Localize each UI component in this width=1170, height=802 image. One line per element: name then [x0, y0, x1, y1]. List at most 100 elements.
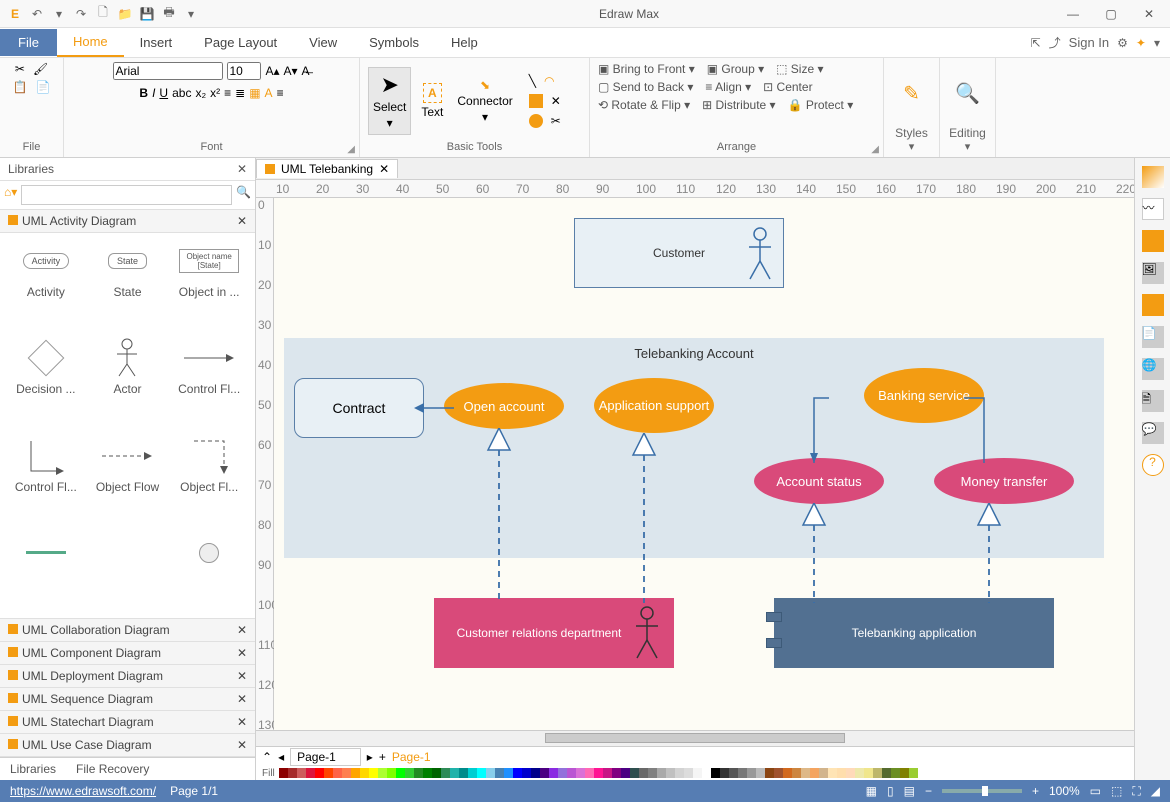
color-swatch[interactable]	[891, 768, 900, 778]
delete-icon[interactable]: ✕	[551, 94, 561, 108]
library-section[interactable]: UML Collaboration Diagram✕	[0, 619, 255, 642]
node-banking-service[interactable]: Banking service	[864, 368, 984, 423]
library-section[interactable]: UML Use Case Diagram✕	[0, 734, 255, 757]
color-swatch[interactable]	[603, 768, 612, 778]
color-swatch[interactable]	[324, 768, 333, 778]
minimize-button[interactable]: —	[1058, 7, 1088, 21]
bullets-icon[interactable]: ≣	[235, 86, 245, 100]
send-to-back-button[interactable]: ▢ Send to Back ▾	[598, 80, 693, 94]
shape-object-in-state[interactable]: Object name [State]Object in ...	[171, 241, 247, 332]
fit-width-icon[interactable]: ⬚	[1111, 784, 1122, 798]
export-icon[interactable]: ⇱	[1031, 36, 1041, 50]
color-swatch[interactable]	[693, 768, 702, 778]
font-size-input[interactable]	[227, 62, 261, 80]
color-swatch[interactable]	[558, 768, 567, 778]
collapse-icon[interactable]: ⌃	[262, 750, 272, 764]
color-swatch[interactable]	[729, 768, 738, 778]
qat-dropdown-icon[interactable]: ▾	[182, 5, 200, 23]
text-tool-button[interactable]: A Text	[417, 81, 447, 121]
group-button[interactable]: ▣ Group ▾	[707, 62, 764, 76]
color-swatch[interactable]	[342, 768, 351, 778]
arc-shape-icon[interactable]: ◠	[544, 74, 554, 88]
tab-symbols[interactable]: Symbols	[353, 29, 435, 56]
color-swatch[interactable]	[333, 768, 342, 778]
align-text-icon[interactable]: ≡	[277, 86, 284, 100]
crop-icon[interactable]: ✂	[551, 114, 561, 128]
next-page-icon[interactable]: ▸	[367, 750, 373, 764]
resize-grip-icon[interactable]: ◢	[1151, 784, 1160, 798]
globe-tool-icon[interactable]: 🌐	[1142, 358, 1164, 380]
undo-icon[interactable]: ↶	[28, 5, 46, 23]
align-button[interactable]: ≡ Align ▾	[705, 80, 751, 94]
rect-shape-icon[interactable]	[529, 94, 543, 108]
node-money-transfer[interactable]: Money transfer	[934, 458, 1074, 504]
color-swatch[interactable]	[594, 768, 603, 778]
new-file-icon[interactable]: 🗋	[94, 5, 112, 23]
shape-hline[interactable]	[8, 533, 84, 610]
font-name-input[interactable]	[113, 62, 223, 80]
format-painter-icon[interactable]: 🖌	[33, 62, 48, 76]
color-swatch[interactable]	[315, 768, 324, 778]
page-name[interactable]: Page-1	[392, 750, 431, 764]
color-swatch[interactable]	[621, 768, 630, 778]
node-open-account[interactable]: Open account	[444, 383, 564, 429]
tab-help[interactable]: Help	[435, 29, 494, 56]
color-swatch[interactable]	[792, 768, 801, 778]
color-swatch[interactable]	[396, 768, 405, 778]
color-swatch[interactable]	[675, 768, 684, 778]
close-tab-icon[interactable]: ✕	[379, 162, 389, 176]
protect-button[interactable]: 🔒 Protect ▾	[788, 98, 854, 112]
color-swatch[interactable]	[720, 768, 729, 778]
library-search-input[interactable]	[21, 185, 232, 205]
view-mode-1-icon[interactable]: ▦	[866, 784, 877, 798]
font-color-icon[interactable]: A	[265, 86, 273, 100]
cut-icon[interactable]: ✂	[15, 62, 25, 76]
tab-view[interactable]: View	[293, 29, 353, 56]
decrease-font-icon[interactable]: A▾	[283, 64, 297, 78]
color-swatch[interactable]	[441, 768, 450, 778]
library-section-active[interactable]: UML Activity Diagram✕	[0, 210, 255, 233]
add-page-icon[interactable]: +	[379, 750, 386, 764]
node-telebanking-application[interactable]: Telebanking application	[774, 598, 1054, 668]
library-section[interactable]: UML Component Diagram✕	[0, 642, 255, 665]
color-swatch[interactable]	[837, 768, 846, 778]
color-swatch[interactable]	[747, 768, 756, 778]
shape-control-flow[interactable]: Control Fl...	[171, 338, 247, 429]
color-swatch[interactable]	[846, 768, 855, 778]
color-swatch[interactable]	[774, 768, 783, 778]
color-swatch[interactable]	[369, 768, 378, 778]
search-icon[interactable]: 🔍	[236, 185, 251, 205]
node-account-status[interactable]: Account status	[754, 458, 884, 504]
color-swatch[interactable]	[423, 768, 432, 778]
color-swatch[interactable]	[351, 768, 360, 778]
color-swatch[interactable]	[567, 768, 576, 778]
color-swatch[interactable]	[657, 768, 666, 778]
color-swatch[interactable]	[459, 768, 468, 778]
print-icon[interactable]: 🖶	[160, 5, 178, 23]
color-swatch[interactable]	[855, 768, 864, 778]
color-swatch[interactable]	[684, 768, 693, 778]
shape-initial-state[interactable]	[171, 533, 247, 610]
close-button[interactable]: ✕	[1134, 7, 1164, 21]
drawing-canvas[interactable]: Customer Telebanking Account Contract Op…	[274, 198, 1134, 730]
copy-icon[interactable]: 📋	[13, 80, 28, 94]
highlight-icon[interactable]: ▦	[249, 86, 260, 100]
color-swatch[interactable]	[630, 768, 639, 778]
shape-decision[interactable]: Decision ...	[8, 338, 84, 429]
color-swatch[interactable]	[414, 768, 423, 778]
color-swatch[interactable]	[288, 768, 297, 778]
settings-icon[interactable]: ⚙	[1117, 36, 1128, 50]
library-section[interactable]: UML Statechart Diagram✕	[0, 711, 255, 734]
styles-button[interactable]: ✎	[899, 79, 924, 108]
font-dialog-launcher-icon[interactable]: ◢	[347, 144, 355, 155]
color-swatch[interactable]	[648, 768, 657, 778]
bring-to-front-button[interactable]: ▣ Bring to Front ▾	[598, 62, 695, 76]
tab-page-layout[interactable]: Page Layout	[188, 29, 293, 56]
horizontal-scrollbar[interactable]	[256, 730, 1134, 746]
color-swatch[interactable]	[405, 768, 414, 778]
sign-in-link[interactable]: Sign In	[1069, 35, 1109, 50]
maximize-button[interactable]: ▢	[1096, 7, 1126, 21]
share-icon[interactable]: ⤴	[1049, 34, 1061, 51]
tab-file-recovery[interactable]: File Recovery	[66, 758, 159, 780]
color-swatch[interactable]	[495, 768, 504, 778]
